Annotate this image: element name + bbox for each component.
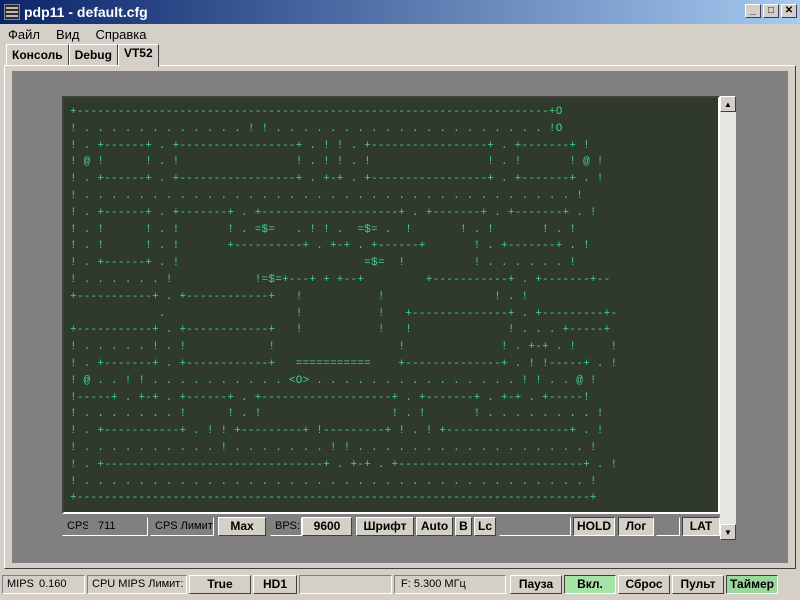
bps-label: BPS:: [270, 517, 302, 536]
status-blank: [299, 575, 392, 594]
mips-value: 0.160: [35, 575, 85, 594]
menu-bar: Файл Вид Справка: [0, 24, 800, 44]
terminal-status-row: CPS: 711 CPS Лимит: Max BPS: 9600 Шрифт …: [62, 516, 720, 538]
menu-view[interactable]: Вид: [48, 27, 88, 42]
cps-value: 711: [88, 517, 148, 536]
menu-help[interactable]: Справка: [88, 27, 155, 42]
cpu-limit-button[interactable]: True: [189, 575, 251, 594]
vt52-terminal-screen[interactable]: +---------------------------------------…: [62, 96, 720, 514]
font-button[interactable]: Шрифт: [356, 517, 414, 536]
cpu-limit-label: CPU MIPS Лимит:: [87, 575, 187, 594]
lat-button[interactable]: LAT: [682, 517, 720, 536]
term-status-blank-2: [656, 517, 680, 536]
cps-limit-label: CPS Лимит:: [150, 517, 214, 536]
console-panel-button[interactable]: Пульт: [672, 575, 724, 594]
close-button[interactable]: ✕: [781, 4, 797, 18]
hd1-button[interactable]: HD1: [253, 575, 297, 594]
frequency-readout: F: 5.300 МГц: [394, 575, 506, 594]
power-on-button[interactable]: Вкл.: [564, 575, 616, 594]
pause-button[interactable]: Пауза: [510, 575, 562, 594]
tab-vt52[interactable]: VT52: [117, 44, 159, 67]
reset-button[interactable]: Сброс: [618, 575, 670, 594]
app-icon: [4, 4, 20, 20]
scroll-up-icon[interactable]: ▲: [720, 96, 736, 112]
tab-debug[interactable]: Debug: [68, 44, 118, 66]
window-title: pdp11 - default.cfg: [24, 4, 148, 20]
cps-limit-button[interactable]: Max: [218, 517, 266, 536]
mips-label: MIPS:: [2, 575, 35, 594]
minimize-button[interactable]: _: [745, 4, 761, 18]
terminal-text: +---------------------------------------…: [70, 106, 618, 505]
log-button[interactable]: Лог: [618, 517, 654, 536]
vertical-scrollbar[interactable]: ▲ ▼: [720, 96, 736, 540]
title-bar: pdp11 - default.cfg _ □ ✕: [0, 0, 800, 24]
bps-button[interactable]: 9600: [302, 517, 352, 536]
menu-file[interactable]: Файл: [0, 27, 48, 42]
timer-button[interactable]: Таймер: [726, 575, 778, 594]
window-buttons: _ □ ✕: [743, 4, 797, 18]
tab-console[interactable]: Консоль: [6, 44, 69, 66]
scroll-down-icon[interactable]: ▼: [720, 524, 736, 540]
term-status-blank: [499, 517, 571, 536]
maximize-button[interactable]: □: [763, 4, 779, 18]
lc-button[interactable]: Lc: [474, 517, 496, 536]
auto-button[interactable]: Auto: [416, 517, 453, 536]
cps-label: CPS:: [62, 517, 88, 536]
b-button[interactable]: B: [455, 517, 472, 536]
status-bar: MIPS: 0.160 CPU MIPS Лимит: True HD1 F: …: [0, 574, 800, 598]
tab-strip: Консоль Debug VT52: [6, 44, 159, 67]
hold-button[interactable]: HOLD: [573, 517, 615, 536]
